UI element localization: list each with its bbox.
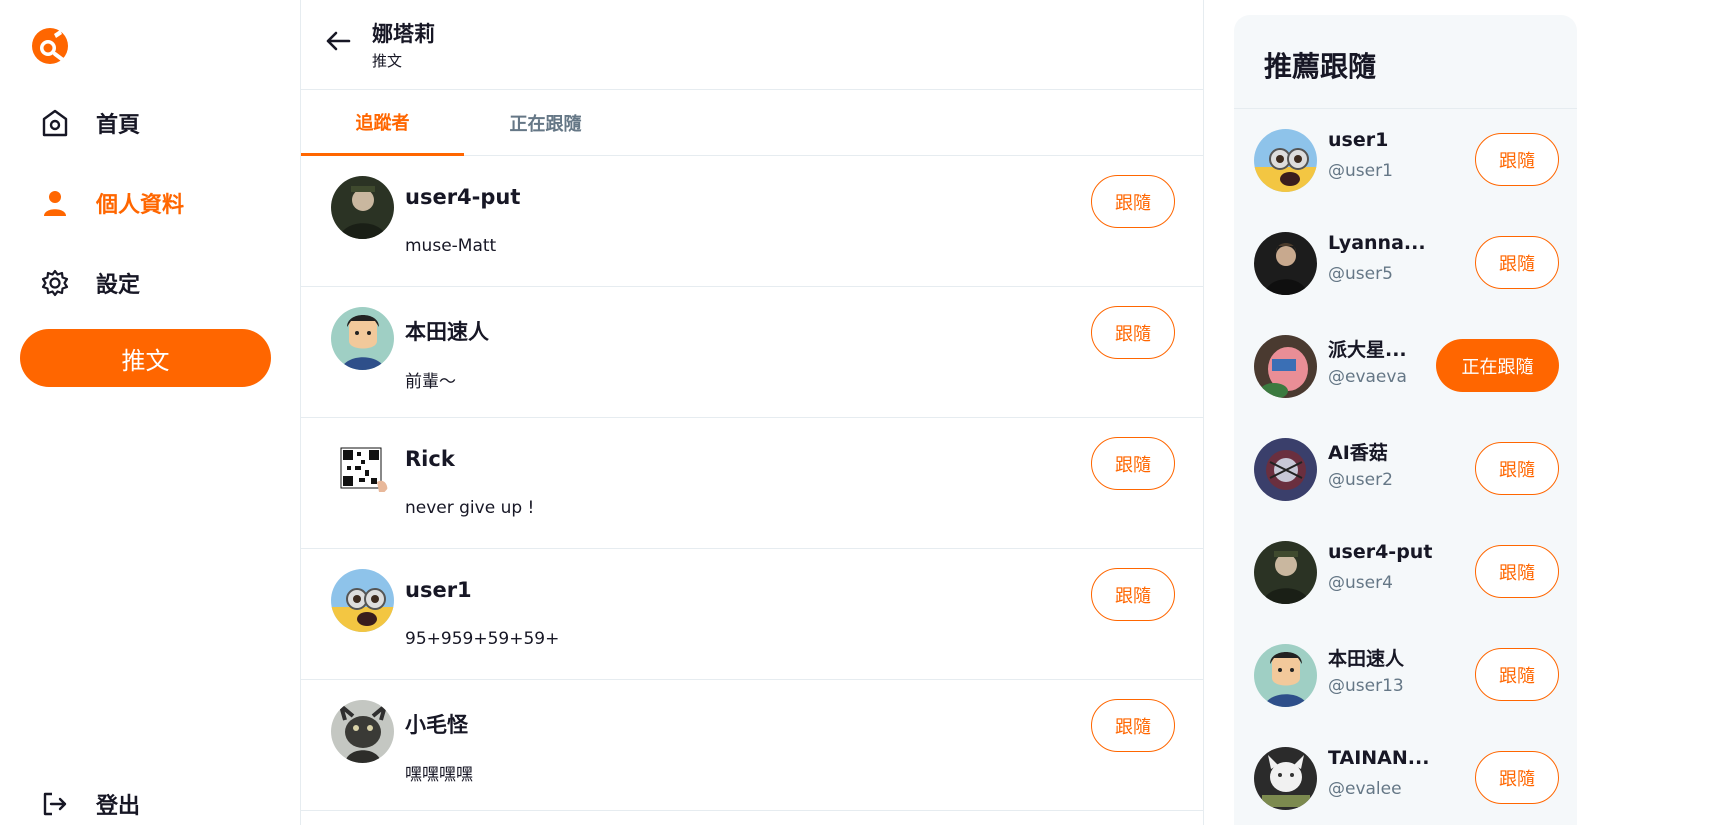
avatar[interactable] [331,307,394,370]
suggestions-title: 推薦跟隨 [1234,15,1577,109]
avatar[interactable] [331,438,394,501]
suggestion-item[interactable]: Lyanna... @user5 跟隨 [1234,212,1577,315]
user-icon [40,188,70,218]
logout-icon [40,789,70,819]
gear-icon [40,268,70,298]
tweet-button[interactable]: 推文 [20,329,271,387]
avatar[interactable] [1254,438,1317,501]
suggestion-name: 派大星... [1328,339,1407,361]
main-column: 娜塔莉 推文 追蹤者 正在跟隨 user4-put muse-Matt 跟隨 本… [301,0,1204,825]
follow-button[interactable]: 跟隨 [1475,751,1559,804]
logout-button[interactable]: 登出 [40,788,140,820]
follow-button[interactable]: 跟隨 [1475,648,1559,701]
follower-name: 小毛怪 [405,713,468,737]
tab-followers[interactable]: 追蹤者 [301,90,464,156]
avatar[interactable] [1254,129,1317,192]
follow-button[interactable]: 跟隨 [1475,236,1559,289]
sidebar-item-label: 設定 [96,273,141,298]
follower-name: 本田速人 [405,320,489,344]
logo-icon[interactable] [30,26,70,66]
avatar[interactable] [1254,541,1317,604]
avatar[interactable] [1254,232,1317,295]
following-button[interactable]: 正在跟隨 [1436,339,1559,392]
sidebar-item-profile[interactable]: 個人資料 [40,188,184,218]
avatar[interactable] [331,176,394,239]
avatar[interactable] [1254,335,1317,398]
suggestion-name: user4-put [1328,541,1433,563]
suggestion-name: Lyanna... [1328,232,1426,254]
sidebar-item-label: 個人資料 [96,193,185,218]
sidebar-item-settings[interactable]: 設定 [40,268,140,298]
follower-bio: 嘿嘿嘿嘿 [405,765,473,785]
suggestion-item[interactable]: user1 @user1 跟隨 [1234,109,1577,212]
suggestion-item[interactable]: AI香菇 @user2 跟隨 [1234,418,1577,521]
follow-button[interactable]: 跟隨 [1475,133,1559,186]
suggestion-handle: @user4 [1328,573,1393,593]
avatar[interactable] [1254,747,1317,810]
suggestion-item[interactable]: 本田速人 @user13 跟隨 [1234,624,1577,727]
list-item[interactable]: Rick never give up ! 跟隨 [301,418,1203,549]
suggestion-item[interactable]: 派大星... @evaeva 正在跟隨 [1234,315,1577,418]
suggestion-handle: @user5 [1328,264,1393,284]
follow-button[interactable]: 跟隨 [1475,545,1559,598]
sidebar-item-home[interactable]: 首頁 [40,108,140,138]
app: 首頁 個人資料 設定 推文 登出 娜塔莉 推文 追蹤者 正在跟隨 user4-p… [0,0,1735,825]
suggestion-handle: @user2 [1328,470,1393,490]
follower-bio: 95+959+59+59+ [405,629,560,649]
follow-button[interactable]: 跟隨 [1091,175,1175,228]
follower-name: user4-put [405,185,521,209]
avatar[interactable] [331,569,394,632]
tab-bar: 追蹤者 正在跟隨 [301,90,1203,156]
follower-name: Rick [405,447,455,471]
suggestion-name: user1 [1328,129,1389,151]
back-arrow-icon[interactable] [323,26,353,56]
page-title: 娜塔莉 [372,22,435,46]
suggestion-handle: @evaeva [1328,367,1407,387]
suggestion-item[interactable]: user4-put @user4 跟隨 [1234,521,1577,624]
suggestion-name: TAINAN... [1328,747,1430,769]
follow-button[interactable]: 跟隨 [1091,568,1175,621]
follower-bio: muse-Matt [405,236,497,256]
tab-following[interactable]: 正在跟隨 [464,90,627,156]
suggestion-handle: @evalee [1328,779,1402,799]
suggestion-handle: @user1 [1328,161,1393,181]
follow-button[interactable]: 跟隨 [1091,437,1175,490]
suggestions-panel: 推薦跟隨 user1 @user1 跟隨 Lyanna... @user5 跟隨… [1234,15,1577,825]
follow-button[interactable]: 跟隨 [1091,699,1175,752]
list-item[interactable]: 小毛怪 嘿嘿嘿嘿 跟隨 [301,680,1203,811]
suggestion-handle: @user13 [1328,676,1404,696]
follow-button[interactable]: 跟隨 [1091,306,1175,359]
follow-button[interactable]: 跟隨 [1475,442,1559,495]
list-item[interactable]: user4-put muse-Matt 跟隨 [301,156,1203,287]
avatar[interactable] [1254,644,1317,707]
sidebar: 首頁 個人資料 設定 推文 登出 [0,0,301,825]
list-item[interactable]: user1 95+959+59+59+ 跟隨 [301,549,1203,680]
follower-bio: never give up ! [405,498,535,518]
follower-bio: 前輩～ [405,372,456,392]
home-icon [40,108,70,138]
page-subtitle: 推文 [372,52,403,70]
sidebar-item-label: 首頁 [96,113,141,138]
follower-name: user1 [405,578,472,602]
suggestion-name: AI香菇 [1328,442,1388,464]
avatar[interactable] [331,700,394,763]
suggestion-name: 本田速人 [1328,648,1405,670]
suggestion-item[interactable]: TAINAN... @evalee 跟隨 [1234,727,1577,825]
profile-header: 娜塔莉 推文 [301,0,1203,90]
logout-label: 登出 [96,794,141,819]
list-item[interactable]: 本田速人 前輩～ 跟隨 [301,287,1203,418]
